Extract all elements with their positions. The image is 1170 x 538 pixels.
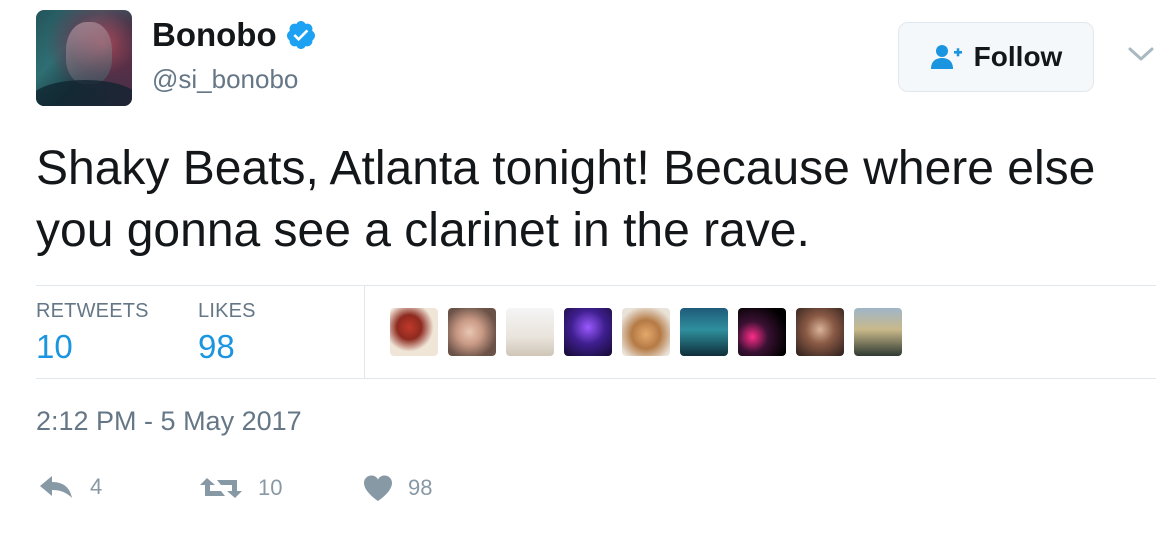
reply-icon: [40, 476, 72, 498]
liker-avatar[interactable]: [622, 308, 670, 356]
retweet-icon: [200, 478, 242, 498]
liker-avatars: [390, 308, 902, 356]
liker-avatar[interactable]: [448, 308, 496, 356]
retweets-count[interactable]: 10: [36, 328, 73, 366]
likes-count[interactable]: 98: [198, 328, 235, 366]
chevron-down-icon[interactable]: [1126, 44, 1156, 64]
retweets-label[interactable]: RETWEETS: [36, 300, 149, 323]
user-handle[interactable]: @si_bonobo: [152, 62, 298, 96]
liker-avatar[interactable]: [390, 308, 438, 356]
follow-button-label: Follow: [973, 41, 1063, 72]
reply-count: 4: [90, 474, 103, 499]
liker-avatar[interactable]: [854, 308, 902, 356]
reply-action[interactable]: 4: [38, 474, 102, 500]
like-count: 98: [408, 475, 433, 500]
likes-label[interactable]: LIKES: [198, 300, 256, 323]
verified-badge-icon: [286, 21, 315, 49]
stats-divider: [364, 286, 365, 378]
retweet-action[interactable]: 10: [198, 474, 282, 502]
liker-avatar[interactable]: [564, 308, 612, 356]
avatar-face: [66, 22, 112, 84]
divider-top: [36, 285, 1156, 286]
add-user-icon: [930, 45, 962, 69]
user-avatar[interactable]: [36, 10, 132, 106]
liker-avatar[interactable]: [738, 308, 786, 356]
display-name[interactable]: Bonobo: [152, 14, 317, 56]
display-name-text[interactable]: Bonobo: [152, 14, 277, 56]
heart-icon: [364, 475, 392, 501]
divider-bottom: [36, 378, 1156, 379]
retweet-count: 10: [258, 475, 283, 500]
tweet-timestamp[interactable]: 2:12 PM - 5 May 2017: [36, 406, 302, 437]
avatar-shoulder: [36, 80, 132, 106]
liker-avatar[interactable]: [680, 308, 728, 356]
liker-avatar[interactable]: [796, 308, 844, 356]
follow-button[interactable]: Follow: [898, 22, 1094, 92]
tweet-text: Shaky Beats, Atlanta tonight! Because wh…: [36, 142, 1096, 257]
like-action[interactable]: 98: [362, 474, 432, 502]
liker-avatar[interactable]: [506, 308, 554, 356]
